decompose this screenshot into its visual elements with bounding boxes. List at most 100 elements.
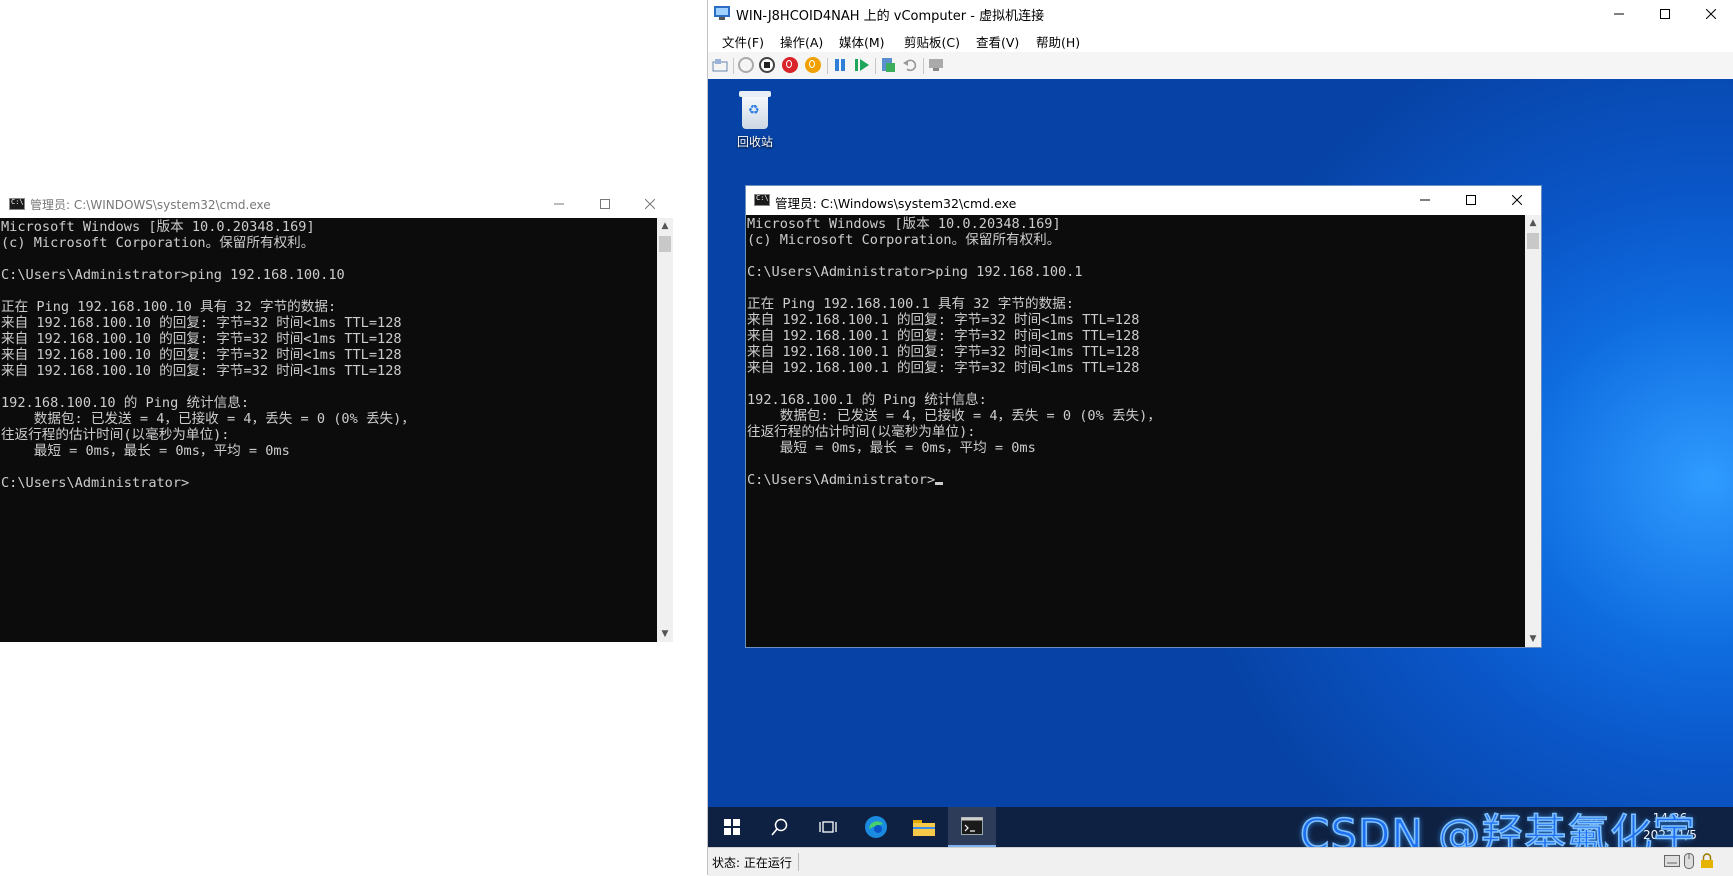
vm-title: WIN-J8HCOID4NAH 上的 vComputer - 虚拟机连接 [736, 9, 1045, 24]
console-line: 来自 192.168.100.1 的回复: 字节=32 时间<1ms TTL=1… [747, 312, 1140, 328]
vm-connect-icon [714, 6, 730, 20]
start-button[interactable] [708, 807, 756, 847]
minimize-icon [1614, 13, 1624, 15]
console-line: 数据包: 已发送 = 4，已接收 = 4，丢失 = 0 (0% 丢失)， [1, 411, 415, 427]
menu-clipboard[interactable]: 剪贴板(C) [904, 32, 960, 51]
checkpoint-icon[interactable] [880, 57, 896, 73]
console-line: Microsoft Windows [版本 10.0.20348.169] [1, 219, 315, 235]
recycle-bin-label: 回收站 [736, 135, 773, 149]
host-cmd-console[interactable]: Microsoft Windows [版本 10.0.20348.169] (c… [0, 218, 657, 642]
keyboard-icon [1664, 855, 1680, 867]
console-line: 来自 192.168.100.10 的回复: 字节=32 时间<1ms TTL=… [1, 347, 402, 363]
close-icon [645, 199, 655, 209]
vm-status-text: 状态: 正在运行 [712, 856, 792, 870]
shutdown-icon[interactable] [782, 57, 798, 73]
task-view-button[interactable] [804, 807, 852, 847]
recycle-bin-icon: ♻ [739, 89, 771, 129]
vm-statusbar: 状态: 正在运行 [708, 847, 1733, 876]
guest-cmd-title: 管理员: C:\Windows\system32\cmd.exe [775, 196, 1017, 211]
console-line: 192.168.100.10 的 Ping 统计信息: [1, 395, 250, 411]
recycle-bin[interactable]: ♻ 回收站 [720, 89, 790, 169]
host-cmd-output: Microsoft Windows [版本 10.0.20348.169] (c… [1, 219, 657, 491]
edge-button[interactable] [852, 807, 900, 847]
cmd-taskbar-button[interactable] [948, 807, 996, 847]
host-cmd-titlebar[interactable]: 管理员: C:\WINDOWS\system32\cmd.exe [0, 190, 673, 218]
console-line: C:\Users\Administrator>ping 192.168.100.… [1, 267, 345, 283]
console-line: 来自 192.168.100.1 的回复: 字节=32 时间<1ms TTL=1… [747, 328, 1140, 344]
menu-action[interactable]: 操作(A) [780, 32, 823, 51]
vm-toolbar [708, 52, 1733, 80]
vm-desktop[interactable]: ♻ 回收站 管理员: C:\Windows\system32\cmd.exe M… [708, 79, 1733, 847]
cmd-app-icon [754, 194, 770, 206]
save-state-icon[interactable] [805, 57, 821, 73]
lock-icon [1701, 853, 1713, 868]
search-icon [771, 818, 788, 836]
console-line: 往返行程的估计时间(以毫秒为单位): [1, 427, 230, 443]
revert-icon[interactable] [902, 57, 918, 73]
guest-close-button[interactable] [1494, 186, 1540, 214]
start-vm-icon[interactable] [738, 57, 754, 73]
guest-cmd-titlebar[interactable]: 管理员: C:\Windows\system32\cmd.exe [746, 186, 1541, 215]
guest-maximize-button[interactable] [1448, 186, 1494, 214]
scroll-down-arrow-icon[interactable]: ▼ [1525, 631, 1541, 647]
resume-icon[interactable] [854, 57, 870, 73]
menu-file[interactable]: 文件(F) [722, 32, 764, 51]
maximize-icon [1660, 9, 1670, 19]
text-cursor [935, 482, 944, 485]
console-line: 192.168.100.1 的 Ping 统计信息: [747, 392, 987, 408]
menu-help[interactable]: 帮助(H) [1036, 32, 1080, 51]
guest-minimize-button[interactable] [1402, 186, 1448, 214]
console-line: 数据包: 已发送 = 4，已接收 = 4，丢失 = 0 (0% 丢失)， [747, 408, 1161, 424]
menu-media[interactable]: 媒体(M) [839, 32, 885, 51]
vm-maximize-button[interactable] [1642, 0, 1688, 28]
toolbar-separator [827, 58, 828, 74]
console-line: 最短 = 0ms，最长 = 0ms，平均 = 0ms [1, 443, 290, 459]
console-line: (c) Microsoft Corporation。保留所有权利。 [747, 232, 1061, 248]
vm-titlebar[interactable]: WIN-J8HCOID4NAH 上的 vComputer - 虚拟机连接 [708, 0, 1733, 28]
scroll-up-arrow-icon[interactable]: ▲ [657, 218, 673, 234]
close-icon [1706, 9, 1716, 19]
console-line: 来自 192.168.100.10 的回复: 字节=32 时间<1ms TTL=… [1, 331, 402, 347]
minimize-icon [554, 203, 564, 205]
minimize-icon [1420, 199, 1430, 201]
guest-cmd-console[interactable]: Microsoft Windows [版本 10.0.20348.169] (c… [746, 215, 1525, 647]
console-line: Microsoft Windows [版本 10.0.20348.169] [747, 216, 1061, 232]
vm-minimize-button[interactable] [1596, 0, 1642, 28]
file-explorer-icon [913, 820, 935, 836]
ctrl-alt-del-icon[interactable] [712, 57, 728, 73]
vm-connection-window[interactable]: WIN-J8HCOID4NAH 上的 vComputer - 虚拟机连接 文件(… [707, 0, 1733, 876]
console-line: 正在 Ping 192.168.100.1 具有 32 字节的数据: [747, 296, 1074, 312]
toolbar-separator [875, 58, 876, 74]
pause-icon[interactable] [832, 57, 848, 73]
guest-cmd-output: Microsoft Windows [版本 10.0.20348.169] (c… [747, 216, 1525, 488]
host-cmd-window[interactable]: 管理员: C:\WINDOWS\system32\cmd.exe Microso… [0, 190, 673, 642]
console-line: 来自 192.168.100.10 的回复: 字节=32 时间<1ms TTL=… [1, 315, 402, 331]
vm-close-button[interactable] [1688, 0, 1733, 28]
console-line: 正在 Ping 192.168.100.10 具有 32 字节的数据: [1, 299, 337, 315]
guest-cmd-scrollbar[interactable]: ▲ ▼ [1525, 215, 1541, 647]
scroll-thumb[interactable] [659, 236, 671, 252]
host-cmd-scrollbar[interactable]: ▲ ▼ [657, 218, 673, 642]
minimize-button[interactable] [536, 190, 582, 218]
maximize-button[interactable] [582, 190, 628, 218]
console-line: 来自 192.168.100.10 的回复: 字节=32 时间<1ms TTL=… [1, 363, 402, 379]
console-line: C:\Users\Administrator> [747, 472, 936, 488]
turn-off-icon[interactable] [759, 57, 775, 73]
console-line: C:\Users\Administrator>ping 192.168.100.… [747, 264, 1083, 280]
close-button[interactable] [627, 190, 673, 218]
scroll-up-arrow-icon[interactable]: ▲ [1525, 215, 1541, 231]
file-explorer-button[interactable] [900, 807, 948, 847]
cmd-app-icon [9, 198, 25, 210]
toolbar-separator [733, 58, 734, 74]
maximize-icon [600, 199, 610, 209]
enhanced-session-icon[interactable] [928, 57, 944, 73]
scroll-thumb[interactable] [1527, 233, 1539, 249]
scroll-down-arrow-icon[interactable]: ▼ [657, 626, 673, 642]
mouse-icon [1684, 853, 1694, 869]
guest-cmd-window[interactable]: 管理员: C:\Windows\system32\cmd.exe Microso… [745, 185, 1542, 648]
status-separator [798, 853, 799, 871]
menu-view[interactable]: 查看(V) [976, 32, 1019, 51]
search-button[interactable] [756, 807, 804, 847]
edge-browser-icon [865, 816, 887, 838]
console-line: (c) Microsoft Corporation。保留所有权利。 [1, 235, 315, 251]
